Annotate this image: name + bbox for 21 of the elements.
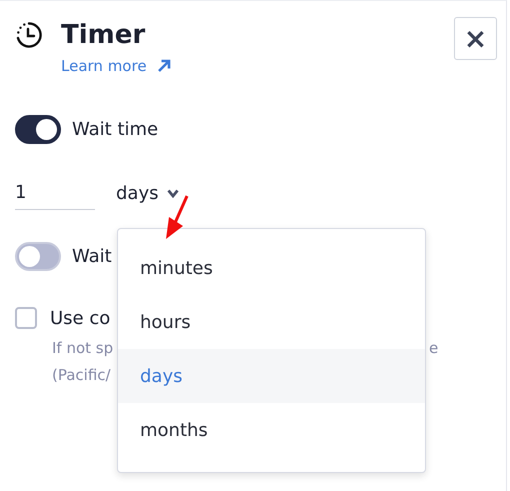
hint-text: e	[429, 339, 438, 357]
toggle-switch[interactable]	[15, 115, 61, 144]
close-button[interactable]: ×	[454, 17, 497, 60]
checkbox[interactable]	[15, 307, 37, 329]
toggle-label: Wait	[72, 246, 112, 267]
menu-item[interactable]: minutes	[118, 241, 425, 295]
panel-title: Timer	[61, 20, 146, 50]
learn-more-link[interactable]: Learn more	[61, 57, 147, 75]
menu-item[interactable]: hours	[118, 295, 425, 349]
menu-item[interactable]: months	[118, 403, 425, 457]
amount-field[interactable]: 1	[15, 182, 95, 210]
menu-item[interactable]: days	[118, 349, 425, 403]
external-link-icon	[156, 59, 171, 73]
chevron-icon[interactable]	[166, 189, 178, 198]
checkbox-label: Use co	[50, 308, 110, 328]
hint-text: (Pacific/	[52, 366, 111, 384]
unit-select[interactable]: days	[116, 183, 158, 204]
toggle-label: Wait time	[72, 119, 158, 140]
clock-icon	[15, 21, 43, 49]
pointer-arrow-icon	[163, 193, 191, 241]
hint-text: If not sp	[52, 339, 114, 357]
